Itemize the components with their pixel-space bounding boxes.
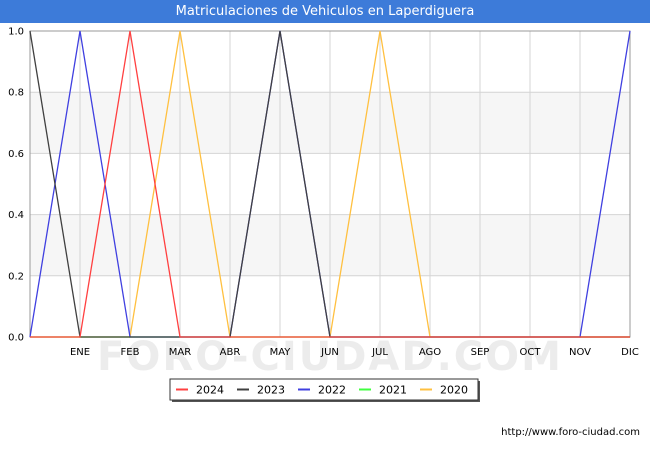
y-tick-label: 1.0 [8, 27, 24, 38]
legend-label-2023: 2023 [257, 384, 285, 397]
x-tick-label: AGO [419, 347, 441, 358]
y-tick-label: 0.2 [8, 271, 24, 282]
chart-page: Matriculaciones de Vehiculos en Laperdig… [0, 0, 650, 450]
y-tick-label: 0.6 [8, 149, 24, 160]
x-tick-label: NOV [569, 347, 591, 358]
legend-label-2022: 2022 [318, 384, 346, 397]
x-tick-label: OCT [520, 347, 542, 358]
x-tick-label: MAY [270, 347, 292, 358]
x-tick-label: JUN [320, 347, 339, 358]
credit-text: http://www.foro-ciudad.com [501, 427, 640, 438]
y-tick-label: 0.4 [8, 210, 24, 221]
x-tick-label: FEB [121, 347, 140, 358]
x-tick-label: SEP [471, 347, 490, 358]
legend-label-2020: 2020 [440, 384, 468, 397]
y-tick-label: 0.0 [8, 333, 24, 344]
x-tick-label: JUL [371, 347, 388, 358]
legend-label-2021: 2021 [379, 384, 407, 397]
legend-label-2024: 2024 [196, 384, 224, 397]
x-tick-label: ENE [70, 347, 90, 358]
x-tick-label: DIC [621, 347, 639, 358]
x-tick-label: ABR [220, 347, 241, 358]
y-tick-label: 0.8 [8, 88, 24, 99]
x-tick-label: MAR [169, 347, 191, 358]
line-chart: FORO-CIUDAD.COM0.00.20.40.60.81.0ENE FEB M… [8, 27, 639, 402]
